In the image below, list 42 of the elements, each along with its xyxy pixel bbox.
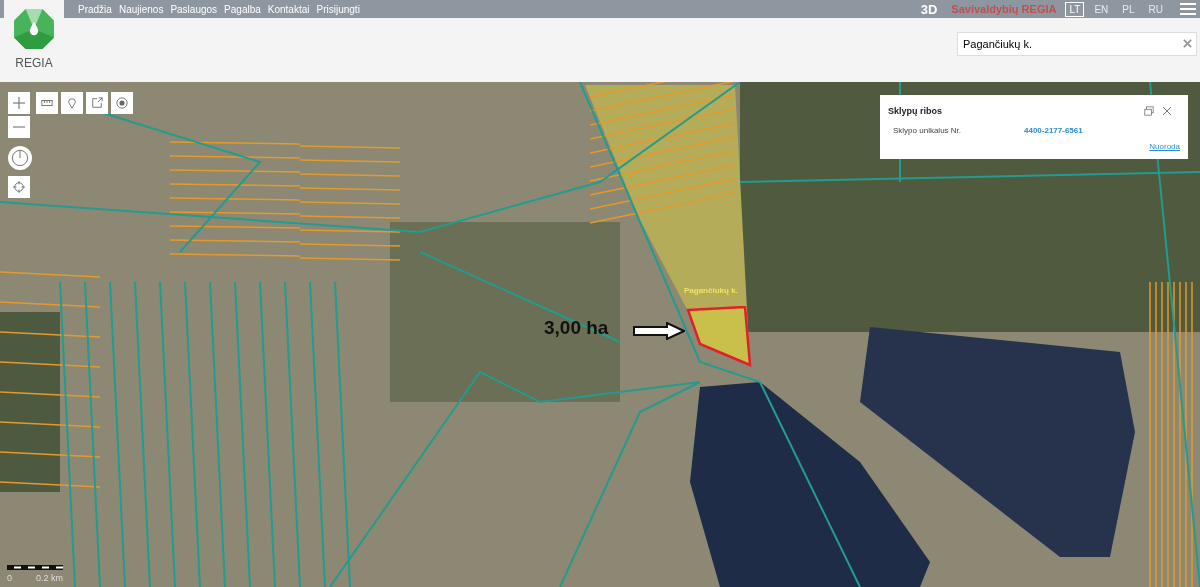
- close-icon[interactable]: [1162, 106, 1172, 116]
- search-field[interactable]: Pagančiukų k.: [957, 32, 1197, 56]
- share-icon: [91, 97, 103, 109]
- share-button[interactable]: [86, 92, 108, 114]
- menu-icon[interactable]: [1180, 3, 1196, 15]
- nav-link[interactable]: Paslaugos: [170, 3, 218, 15]
- close-icon[interactable]: [1183, 39, 1192, 48]
- pin-button[interactable]: [61, 92, 83, 114]
- language-link[interactable]: PL: [1118, 1, 1139, 17]
- scale-label: 0: [7, 573, 12, 583]
- nav-link[interactable]: Naujienos: [118, 3, 164, 15]
- nav-link[interactable]: Kontaktai: [267, 3, 310, 15]
- brand-title: Savivaldybių REGIA: [951, 3, 1057, 15]
- nav-link[interactable]: Pagalba: [224, 3, 261, 15]
- ruler-button[interactable]: [36, 92, 58, 114]
- nav-link[interactable]: Pradžia: [78, 3, 112, 15]
- scale-bar: [7, 565, 63, 570]
- logo-icon: [13, 8, 55, 50]
- language-link[interactable]: EN: [1090, 1, 1113, 17]
- scale-label: 0.2 km: [36, 573, 63, 583]
- nav-link[interactable]: Prisijungti: [316, 3, 360, 15]
- language-link[interactable]: LT: [1065, 1, 1085, 17]
- pin-icon: [66, 97, 78, 109]
- locate-button[interactable]: [8, 176, 30, 198]
- target-button[interactable]: [111, 92, 133, 114]
- target-icon: [116, 97, 128, 109]
- windows-icon[interactable]: [1144, 106, 1154, 116]
- popup-title: Sklypų ribos: [888, 106, 943, 116]
- logo-text: REGIA: [15, 56, 53, 70]
- zoom-out-button[interactable]: [8, 116, 30, 138]
- plus-icon: [13, 97, 25, 109]
- arrow-icon: [633, 322, 685, 340]
- crosshair-icon: [13, 181, 25, 193]
- compass-icon: [11, 149, 29, 167]
- field-value: 4400-2177-6561: [1024, 125, 1084, 135]
- reference-link[interactable]: Nuoroda: [1149, 141, 1180, 151]
- place-label: Pagančiukų k.: [684, 286, 738, 295]
- zoom-in-button[interactable]: [8, 92, 30, 114]
- 3d-toggle[interactable]: 3D: [920, 1, 938, 17]
- ruler-icon: [41, 97, 53, 109]
- language-link[interactable]: RU: [1144, 1, 1167, 17]
- field-label: Sklypo unikalus Nr.: [892, 125, 963, 135]
